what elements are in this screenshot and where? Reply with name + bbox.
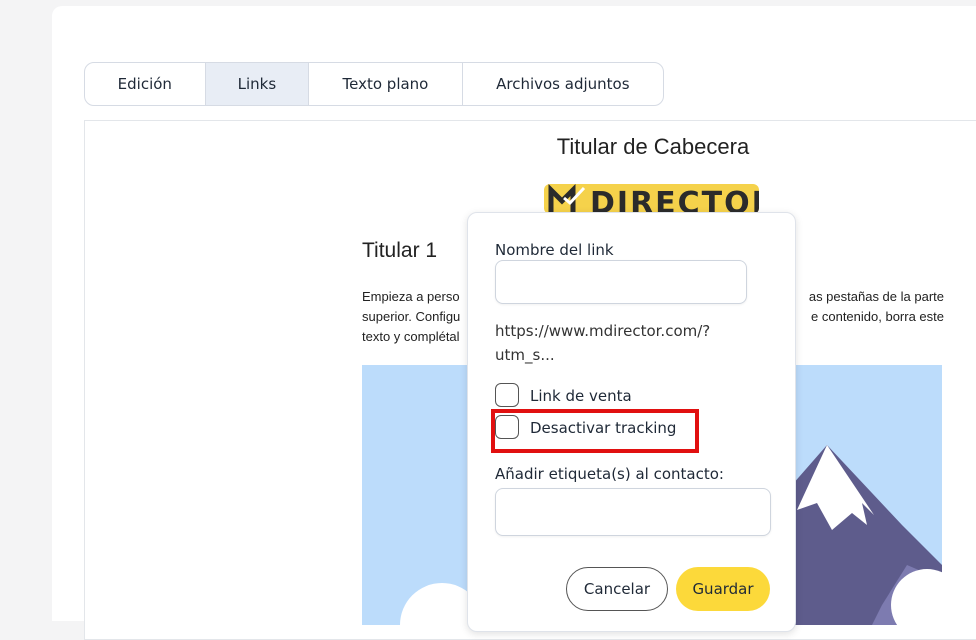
contact-tags-label: Añadir etiqueta(s) al contacto: bbox=[495, 465, 724, 483]
body-line-2a: superior. Configu bbox=[362, 309, 461, 324]
editor-tabs: Edición Links Texto plano Archivos adjun… bbox=[84, 62, 664, 106]
tab-texto-plano[interactable]: Texto plano bbox=[309, 63, 463, 105]
logo-text: DIRECTOR bbox=[590, 186, 759, 214]
link-url-text: https://www.mdirector.com/? utm_s... bbox=[495, 319, 735, 367]
sale-link-label: Link de venta bbox=[530, 387, 632, 405]
mdirector-logo: DIRECTOR bbox=[544, 184, 759, 214]
body-line-2b: e contenido, borra este bbox=[811, 309, 944, 324]
body-line-1a: Empieza a perso bbox=[362, 289, 460, 304]
tab-archivos-adjuntos[interactable]: Archivos adjuntos bbox=[463, 63, 663, 105]
tab-edicion[interactable]: Edición bbox=[85, 63, 206, 105]
body-line-3a: texto y complétal bbox=[362, 329, 460, 344]
save-button[interactable]: Guardar bbox=[676, 567, 770, 611]
disable-tracking-highlight bbox=[491, 409, 699, 453]
body-line-1b: as pestañas de la parte bbox=[808, 289, 944, 304]
link-url-line-2: utm_s... bbox=[495, 346, 555, 364]
link-url-line-1: https://www.mdirector.com/? bbox=[495, 322, 711, 340]
logo-m-icon bbox=[548, 184, 586, 212]
tab-links[interactable]: Links bbox=[205, 63, 310, 105]
section-title: Titular 1 bbox=[362, 239, 438, 262]
email-header-title: Titular de Cabecera bbox=[556, 134, 750, 159]
link-name-input[interactable] bbox=[495, 260, 747, 304]
contact-tags-input[interactable] bbox=[495, 488, 771, 536]
cancel-button[interactable]: Cancelar bbox=[566, 567, 668, 611]
link-name-label: Nombre del link bbox=[495, 241, 614, 259]
sale-link-checkbox[interactable] bbox=[495, 383, 519, 407]
